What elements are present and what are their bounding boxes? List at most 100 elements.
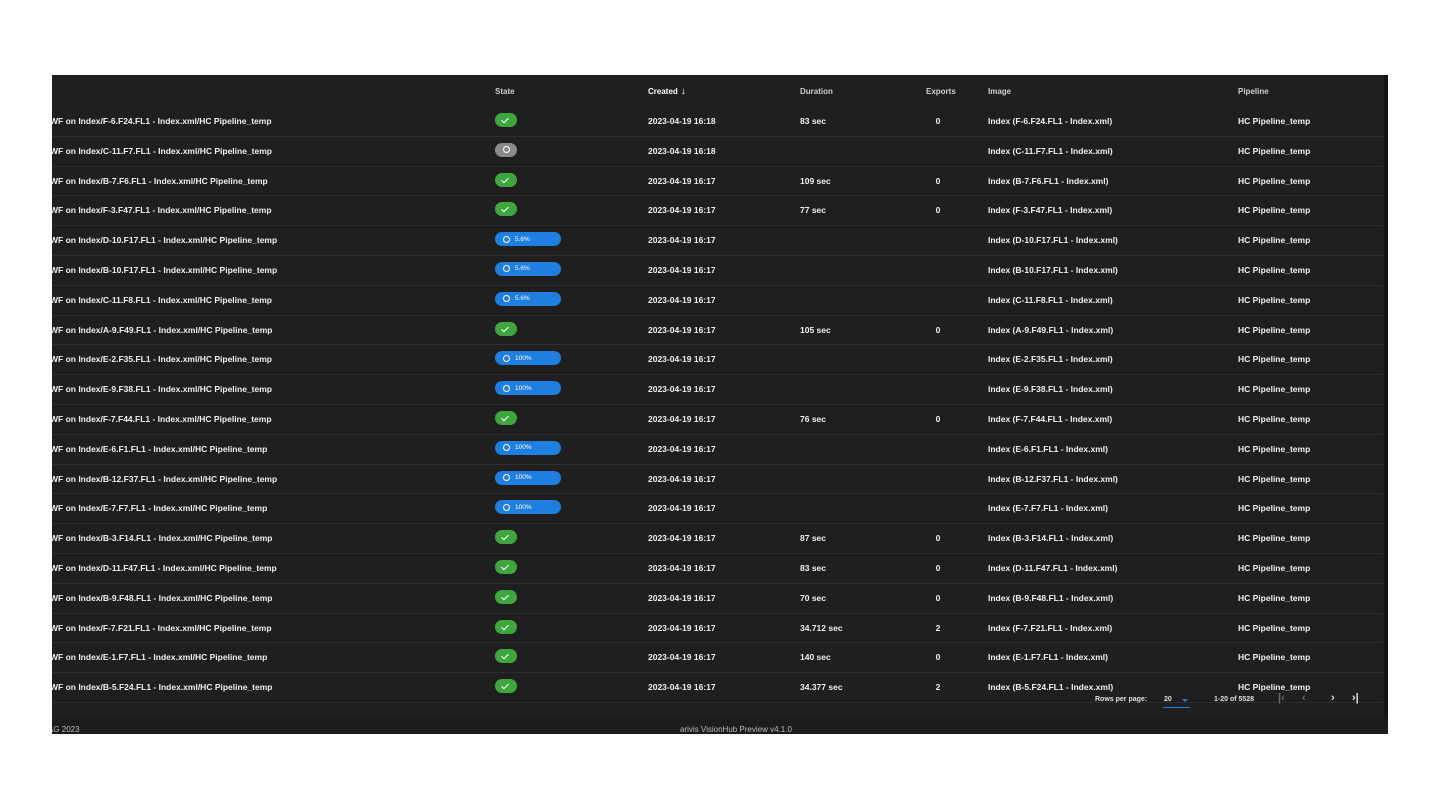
workflow-name[interactable]: WF on Index/B-12.F37.FL1 - Index.xml/HC …	[52, 474, 277, 484]
table-row[interactable]: WF on Index/C-11.F8.FL1 - Index.xml/HC P…	[52, 286, 1383, 316]
column-header-pipeline[interactable]: Pipeline	[1238, 87, 1269, 96]
column-header-state[interactable]: State	[495, 87, 515, 96]
image-cell: Index (A-9.F49.FL1 - Index.xml)	[988, 324, 1114, 335]
exports-cell: 0	[935, 205, 941, 216]
image-cell: Index (E-2.F35.FL1 - Index.xml)	[988, 354, 1113, 365]
state-cell: 100%	[495, 440, 561, 455]
progress-chip: 100%	[495, 500, 561, 515]
column-header-duration[interactable]: Duration	[800, 87, 833, 96]
image-cell: Index (D-10.F17.FL1 - Index.xml)	[988, 235, 1118, 246]
duration-cell: 105 sec	[800, 324, 831, 335]
image-cell: Index (E-6.F1.FL1 - Index.xml)	[988, 443, 1108, 454]
table-row[interactable]: WF on Index/C-11.F7.FL1 - Index.xml/HC P…	[52, 137, 1383, 167]
table-row[interactable]: WF on Index/F-3.F47.FL1 - Index.xml/HC P…	[52, 196, 1383, 227]
arrow-down-icon[interactable]: ↓	[681, 87, 686, 97]
exports-cell: 0	[935, 324, 941, 335]
check-icon	[495, 530, 517, 545]
exports-cell: 0	[935, 116, 941, 126]
table-row[interactable]: WF on Index/B-3.F14.FL1 - Index.xml/HC P…	[52, 524, 1383, 554]
workflow-name[interactable]: WF on Index/F-7.F21.FL1 - Index.xml/HC P…	[52, 623, 272, 633]
table-row[interactable]: WF on Index/E-7.F7.FL1 - Index.xml/HC Pi…	[52, 494, 1383, 525]
workflow-name[interactable]: WF on Index/C-11.F7.FL1 - Index.xml/HC P…	[52, 146, 272, 156]
first-page-icon[interactable]: |‹	[1278, 692, 1285, 704]
table-row[interactable]: WF on Index/B-10.F17.FL1 - Index.xml/HC …	[52, 256, 1383, 286]
pipeline-cell: HC Pipeline_temp	[1238, 354, 1311, 365]
workflow-name[interactable]: WF on Index/F-7.F44.FL1 - Index.xml/HC P…	[52, 414, 272, 424]
table-row[interactable]: WF on Index/B-12.F37.FL1 - Index.xml/HC …	[52, 465, 1383, 495]
workflow-name[interactable]: WF on Index/D-10.F17.FL1 - Index.xml/HC …	[52, 235, 277, 245]
rows-per-page-select[interactable]: 20	[1163, 693, 1190, 708]
workflow-name[interactable]: WF on Index/F-3.F47.FL1 - Index.xml/HC P…	[52, 205, 272, 215]
column-header-created-label: Created	[648, 87, 678, 96]
clock-icon	[495, 142, 517, 157]
state-cell	[495, 142, 517, 159]
workflow-name[interactable]: WF on Index/B-9.F48.FL1 - Index.xml/HC P…	[52, 593, 272, 603]
workflow-name[interactable]: WF on Index/D-11.F47.FL1 - Index.xml/HC …	[52, 563, 277, 573]
progress-chip: 5.6%	[495, 232, 561, 247]
created-cell: 2023-04-19 16:17	[648, 384, 716, 395]
duration-cell: 70 sec	[800, 592, 826, 603]
created-cell: 2023-04-19 16:17	[648, 443, 716, 454]
table-row[interactable]: WF on Index/D-10.F17.FL1 - Index.xml/HC …	[52, 226, 1383, 256]
progress-value: 100%	[515, 444, 532, 452]
rows-per-page-label: Rows per page:	[1095, 696, 1148, 703]
table-row[interactable]: WF on Index/F-6.F24.FL1 - Index.xml/HC P…	[52, 107, 1383, 137]
table-row[interactable]: WF on Index/E-2.F35.FL1 - Index.xml/HC P…	[52, 345, 1383, 376]
created-cell: 2023-04-19 16:18	[648, 145, 716, 156]
image-cell: Index (E-9.F38.FL1 - Index.xml)	[988, 384, 1113, 395]
workflow-name[interactable]: WF on Index/E-1.F7.FL1 - Index.xml/HC Pi…	[52, 652, 267, 662]
exports-cell: 0	[935, 413, 941, 424]
pipeline-cell: HC Pipeline_temp	[1238, 503, 1311, 514]
workflow-table: State Created ↓ Duration Exports Image Pi…	[52, 75, 1384, 703]
workflow-name[interactable]: WF on Index/B-7.F6.FL1 - Index.xml/HC Pi…	[52, 176, 268, 186]
image-cell: Index (F-7.F21.FL1 - Index.xml)	[988, 622, 1113, 633]
table-row[interactable]: WF on Index/A-9.F49.FL1 - Index.xml/HC P…	[52, 316, 1383, 346]
table-row[interactable]: WF on Index/B-7.F6.FL1 - Index.xml/HC Pi…	[52, 167, 1383, 197]
pipeline-cell: HC Pipeline_temp	[1238, 235, 1311, 246]
footer-copyright: AG 2023	[52, 725, 80, 734]
column-header-image[interactable]: Image	[988, 87, 1011, 96]
image-cell: Index (C-11.F8.FL1 - Index.xml)	[988, 294, 1113, 305]
previous-page-icon[interactable]: ‹	[1302, 692, 1306, 704]
state-cell	[495, 530, 517, 546]
column-header-exports[interactable]: Exports	[926, 87, 956, 96]
progress-chip: 100%	[495, 351, 561, 366]
caret-down-icon	[1182, 699, 1188, 702]
pagination-bar: Rows per page: 20 1-20 of 5528 |‹ ‹ › ›|	[52, 688, 1384, 714]
table-row[interactable]: WF on Index/E-9.F38.FL1 - Index.xml/HC P…	[52, 375, 1383, 405]
workflow-name[interactable]: WF on Index/F-6.F24.FL1 - Index.xml/HC P…	[52, 116, 272, 126]
pipeline-cell: HC Pipeline_temp	[1238, 562, 1311, 573]
image-cell: Index (C-11.F7.FL1 - Index.xml)	[988, 145, 1113, 156]
pipeline-cell: HC Pipeline_temp	[1238, 652, 1311, 663]
workflow-name[interactable]: WF on Index/E-2.F35.FL1 - Index.xml/HC P…	[52, 354, 272, 364]
column-header-created[interactable]: Created ↓	[648, 87, 686, 97]
state-cell: 5.6%	[495, 261, 561, 276]
workflow-name[interactable]: WF on Index/A-9.F49.FL1 - Index.xml/HC P…	[52, 325, 272, 335]
workflow-name[interactable]: WF on Index/E-9.F38.FL1 - Index.xml/HC P…	[52, 384, 272, 394]
last-page-icon[interactable]: ›|	[1352, 692, 1359, 704]
image-cell: Index (D-11.F47.FL1 - Index.xml)	[988, 562, 1118, 573]
check-icon	[495, 202, 517, 217]
workflow-name[interactable]: WF on Index/B-3.F14.FL1 - Index.xml/HC P…	[52, 533, 272, 543]
table-row[interactable]: WF on Index/D-11.F47.FL1 - Index.xml/HC …	[52, 554, 1383, 584]
table-row[interactable]: WF on Index/B-9.F48.FL1 - Index.xml/HC P…	[52, 584, 1383, 614]
spinner-icon	[503, 503, 510, 511]
next-page-icon[interactable]: ›	[1331, 692, 1335, 704]
workflow-table-panel: State Created ↓ Duration Exports Image Pi…	[52, 75, 1388, 717]
workflow-name[interactable]: WF on Index/E-6.F1.FL1 - Index.xml/HC Pi…	[52, 444, 267, 454]
created-cell: 2023-04-19 16:17	[648, 324, 716, 335]
workflow-name[interactable]: WF on Index/E-7.F7.FL1 - Index.xml/HC Pi…	[52, 503, 267, 513]
table-row[interactable]: WF on Index/F-7.F44.FL1 - Index.xml/HC P…	[52, 405, 1383, 435]
workflow-name[interactable]: WF on Index/C-11.F8.FL1 - Index.xml/HC P…	[52, 295, 272, 305]
table-row[interactable]: WF on Index/E-1.F7.FL1 - Index.xml/HC Pi…	[52, 643, 1383, 674]
created-cell: 2023-04-19 16:17	[648, 175, 716, 186]
pagination-range: 1-20 of 5528	[1214, 696, 1255, 703]
image-cell: Index (E-7.F7.FL1 - Index.xml)	[988, 503, 1108, 514]
progress-value: 5.6%	[515, 235, 530, 243]
table-row[interactable]: WF on Index/E-6.F1.FL1 - Index.xml/HC Pi…	[52, 435, 1383, 465]
image-cell: Index (F-6.F24.FL1 - Index.xml)	[988, 116, 1113, 126]
table-row[interactable]: WF on Index/F-7.F21.FL1 - Index.xml/HC P…	[52, 614, 1383, 644]
progress-value: 100%	[515, 474, 532, 482]
workflow-name[interactable]: WF on Index/B-10.F17.FL1 - Index.xml/HC …	[52, 265, 277, 275]
duration-cell: 76 sec	[800, 413, 826, 424]
